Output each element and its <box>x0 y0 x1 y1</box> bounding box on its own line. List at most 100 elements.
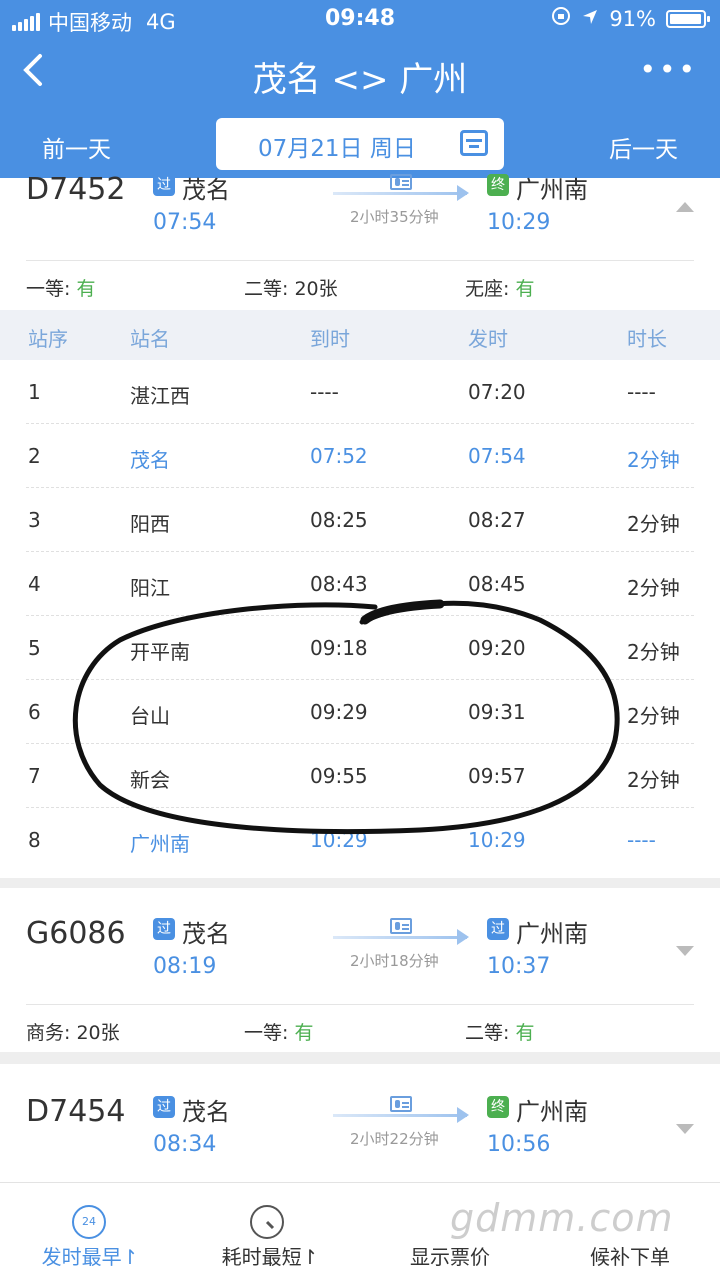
col-arrive: 到时 <box>310 327 350 351</box>
divider <box>26 1004 694 1005</box>
calendar-icon <box>460 130 488 156</box>
trip-duration: 2小时35分钟 <box>350 208 439 226</box>
selected-date: 07月21日 周日 <box>258 136 416 162</box>
tab-label: 发时最早↾ <box>41 1245 139 1269</box>
route-arrow <box>333 1107 469 1123</box>
cell-arrive: 08:25 <box>310 508 368 532</box>
route-arrow <box>333 185 469 201</box>
seat-first-class: 一等: 有 <box>26 274 95 301</box>
to-station: 广州南 <box>516 920 588 948</box>
cell-arrive: 09:29 <box>310 700 368 724</box>
seat-value: 有 <box>515 278 535 300</box>
table-row: 8 广州南 10:29 10:29 ---- <box>0 808 720 872</box>
table-row: 2 茂名 07:52 07:54 2分钟 <box>0 424 720 488</box>
rotation-lock-icon <box>551 6 571 31</box>
cell-station: 开平南 <box>130 640 190 664</box>
cell-station: 湛江西 <box>130 384 190 408</box>
id-card-icon <box>390 918 412 934</box>
cell-arrive: 07:52 <box>310 444 368 468</box>
cell-seq: 2 <box>28 444 41 468</box>
seat-second-class: 二等: 20张 <box>244 274 338 301</box>
seat-value: 有 <box>76 278 96 300</box>
from-station: 茂名 <box>182 920 230 948</box>
seat-label: 一等: <box>26 278 77 300</box>
cell-arrive: 10:29 <box>310 828 368 852</box>
expand-icon[interactable] <box>676 946 694 956</box>
cell-seq: 8 <box>28 828 41 852</box>
seat-first-class: 一等: 有 <box>244 1018 313 1045</box>
date-picker[interactable]: 07月21日 周日 <box>216 118 504 170</box>
tab-label: 显示票价 <box>410 1245 490 1269</box>
depart-time: 08:34 <box>153 1132 217 1157</box>
location-icon <box>581 7 599 31</box>
status-right: 91% <box>551 6 710 31</box>
app-header: 中国移动 4G 09:48 91% 茂名 <> 广州 ••• 前一天 07月21… <box>0 0 720 178</box>
pass-badge: 过 <box>153 174 175 196</box>
depart-time: 08:19 <box>153 954 217 979</box>
expand-icon[interactable] <box>676 1124 694 1134</box>
col-stay: 时长 <box>627 327 667 351</box>
cell-stay: ---- <box>627 828 656 852</box>
table-row: 7 新会 09:55 09:57 2分钟 <box>0 744 720 808</box>
cell-depart: 07:20 <box>468 380 526 404</box>
cell-stay: 2分钟 <box>627 576 680 600</box>
seat-label: 二等: <box>465 1022 516 1044</box>
tab-earliest-departure[interactable]: 24 发时最早↾ <box>0 1183 180 1280</box>
cell-station: 阳西 <box>130 512 170 536</box>
train-card-g6086[interactable]: G6086 过 茂名 08:19 2小时18分钟 过 广州南 10:37 商务:… <box>0 888 720 1052</box>
table-row: 6 台山 09:29 09:31 2分钟 <box>0 680 720 744</box>
col-seq: 站序 <box>28 327 68 351</box>
cell-depart: 09:31 <box>468 700 526 724</box>
cell-arrive: 08:43 <box>310 572 368 596</box>
from-station: 茂名 <box>182 176 230 204</box>
cell-station: 阳江 <box>130 576 170 600</box>
status-bar: 中国移动 4G 09:48 91% <box>0 0 720 38</box>
divider <box>26 260 694 261</box>
train-number: G6086 <box>26 916 126 951</box>
stops-table-header: 站序 站名 到时 发时 时长 <box>0 310 720 360</box>
cell-station: 台山 <box>130 704 170 728</box>
train-number: D7452 <box>26 172 126 207</box>
cell-arrive: ---- <box>310 380 339 404</box>
to-station: 广州南 <box>516 1098 588 1126</box>
collapse-icon[interactable] <box>676 202 694 212</box>
battery-icon <box>666 9 710 28</box>
from-station: 茂名 <box>182 1098 230 1126</box>
cell-station: 茂名 <box>130 448 170 472</box>
route-arrow <box>333 929 469 945</box>
tab-shortest-time[interactable]: 耗时最短↾ <box>180 1183 360 1280</box>
seat-value: 有 <box>515 1022 535 1044</box>
trip-duration: 2小时22分钟 <box>350 1130 439 1148</box>
seat-no-seat: 无座: 有 <box>465 274 534 301</box>
cell-depart: 08:27 <box>468 508 526 532</box>
next-day-button[interactable]: 后一天 <box>609 130 678 164</box>
train-card-d7454[interactable]: D7454 过 茂名 08:34 2小时22分钟 终 广州南 10:56 <box>0 1064 720 1182</box>
clock-24-icon: 24 <box>72 1205 106 1239</box>
prev-day-button[interactable]: 前一天 <box>42 130 111 164</box>
seat-value: 有 <box>294 1022 314 1044</box>
stopwatch-icon <box>250 1205 284 1239</box>
seat-availability: 商务: 20张 一等: 有 二等: 有 <box>0 1010 720 1050</box>
date-row: 前一天 07月21日 周日 后一天 <box>0 118 720 170</box>
more-button[interactable]: ••• <box>639 56 698 84</box>
page-title: 茂名 <> 广州 <box>252 60 468 100</box>
cell-station: 新会 <box>130 768 170 792</box>
trip-duration: 2小时18分钟 <box>350 952 439 970</box>
table-row: 5 开平南 09:18 09:20 2分钟 <box>0 616 720 680</box>
arrive-time: 10:29 <box>487 210 551 235</box>
cell-arrive: 09:55 <box>310 764 368 788</box>
terminal-badge: 终 <box>487 174 509 196</box>
cell-stay: 2分钟 <box>627 704 680 728</box>
tab-label: 候补下单 <box>590 1245 670 1269</box>
train-number: D7454 <box>26 1094 126 1129</box>
arrive-time: 10:56 <box>487 1132 551 1157</box>
cell-arrive: 09:18 <box>310 636 368 660</box>
battery-percent: 91% <box>609 6 656 31</box>
cell-seq: 5 <box>28 636 41 660</box>
cell-stay: ---- <box>627 380 656 404</box>
cell-stay: 2分钟 <box>627 512 680 536</box>
seat-label: 无座: <box>465 278 516 300</box>
arrive-time: 10:37 <box>487 954 551 979</box>
pass-badge: 过 <box>487 918 509 940</box>
cell-seq: 7 <box>28 764 41 788</box>
